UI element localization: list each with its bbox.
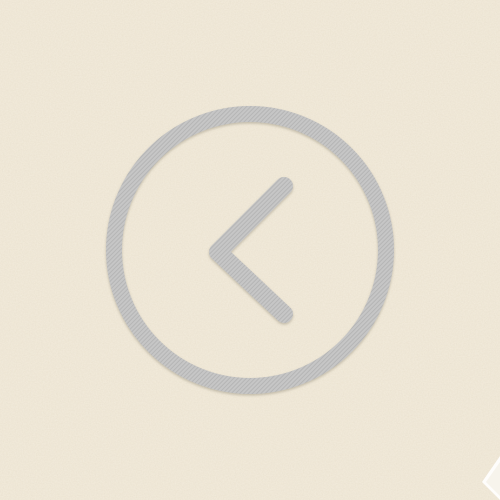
button-ring — [106, 106, 394, 394]
chevron-left-icon — [106, 106, 394, 394]
page-curl-corner — [478, 456, 500, 500]
chevron-stroke — [209, 177, 293, 323]
page-curl-icon — [482, 456, 500, 500]
back-button[interactable] — [102, 102, 398, 398]
background-canvas — [0, 0, 500, 500]
